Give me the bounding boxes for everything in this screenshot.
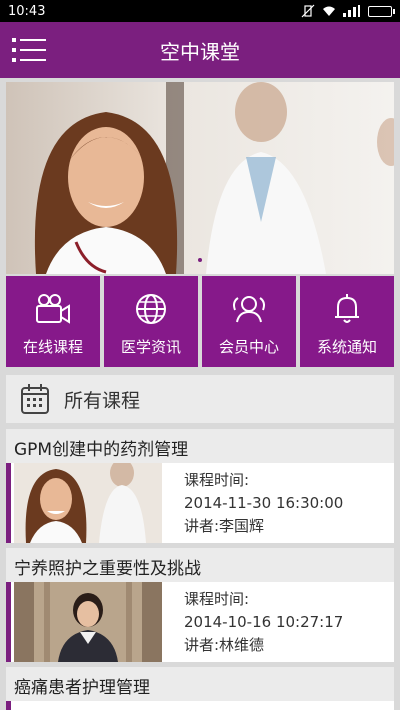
- tile-label: 在线课程: [22, 338, 83, 356]
- signal-icon: [343, 5, 360, 17]
- course-item[interactable]: 课程时间: 2014-11-30 16:30:00 讲者:李国辉: [6, 463, 394, 543]
- carousel-indicator[interactable]: [198, 258, 202, 262]
- course-time: 2014-10-16 10:27:17: [184, 613, 344, 631]
- course-lecturer: 讲者:林维德: [184, 636, 265, 654]
- globe-icon: [136, 294, 166, 324]
- course-thumbnail: [14, 463, 162, 543]
- members-icon: [233, 296, 265, 323]
- vibrate-icon: [301, 4, 315, 18]
- tile-system-notice[interactable]: 系统通知: [300, 276, 394, 367]
- course-title[interactable]: GPM创建中的药剂管理: [6, 429, 394, 465]
- course-item[interactable]: [6, 701, 394, 710]
- banner-carousel[interactable]: [6, 82, 394, 274]
- bell-icon: [335, 294, 359, 323]
- course-lecturer: 讲者:李国辉: [184, 517, 265, 535]
- course-title[interactable]: 癌痛患者护理管理: [6, 667, 394, 703]
- tile-label: 系统通知: [316, 338, 377, 356]
- wifi-icon: [323, 6, 335, 16]
- battery-icon: [368, 5, 395, 17]
- tile-label: 会员中心: [218, 338, 279, 356]
- course-info: 课程时间: 2014-11-30 16:30:00 讲者:李国辉: [184, 469, 343, 538]
- course-accent-bar: [6, 463, 11, 543]
- course-time-label: 课程时间:: [184, 471, 250, 489]
- section-title: 所有课程: [64, 389, 141, 412]
- course-item[interactable]: 课程时间: 2014-10-16 10:27:17 讲者:林维德: [6, 582, 394, 662]
- course-title[interactable]: 宁养照护之重要性及挑战: [6, 548, 394, 584]
- course-time-label: 课程时间:: [184, 590, 250, 608]
- page-title: 空中课堂: [160, 39, 240, 64]
- quick-menu: 在线课程 医学资讯 会员中心 系统通知: [6, 276, 394, 367]
- status-bar: 10:43: [0, 0, 400, 22]
- tile-member-center[interactable]: 会员中心: [202, 276, 296, 367]
- status-icons: [301, 4, 395, 18]
- status-time: 10:43: [8, 3, 46, 19]
- course-thumbnail: [14, 582, 162, 662]
- menu-icon[interactable]: [12, 36, 46, 64]
- tile-label: 医学资讯: [120, 338, 181, 356]
- tile-medical-news[interactable]: 医学资讯: [104, 276, 198, 367]
- video-camera-icon: [36, 294, 70, 324]
- course-time: 2014-11-30 16:30:00: [184, 494, 344, 512]
- course-accent-bar: [6, 582, 11, 662]
- banner-image: [6, 82, 394, 274]
- calendar-icon: [21, 384, 49, 414]
- app-bar: 空中课堂: [0, 22, 400, 78]
- course-info: 课程时间: 2014-10-16 10:27:17 讲者:林维德: [184, 588, 343, 657]
- course-accent-bar: [6, 701, 11, 710]
- section-all-courses[interactable]: 所有课程: [6, 375, 394, 423]
- tile-online-courses[interactable]: 在线课程: [6, 276, 100, 367]
